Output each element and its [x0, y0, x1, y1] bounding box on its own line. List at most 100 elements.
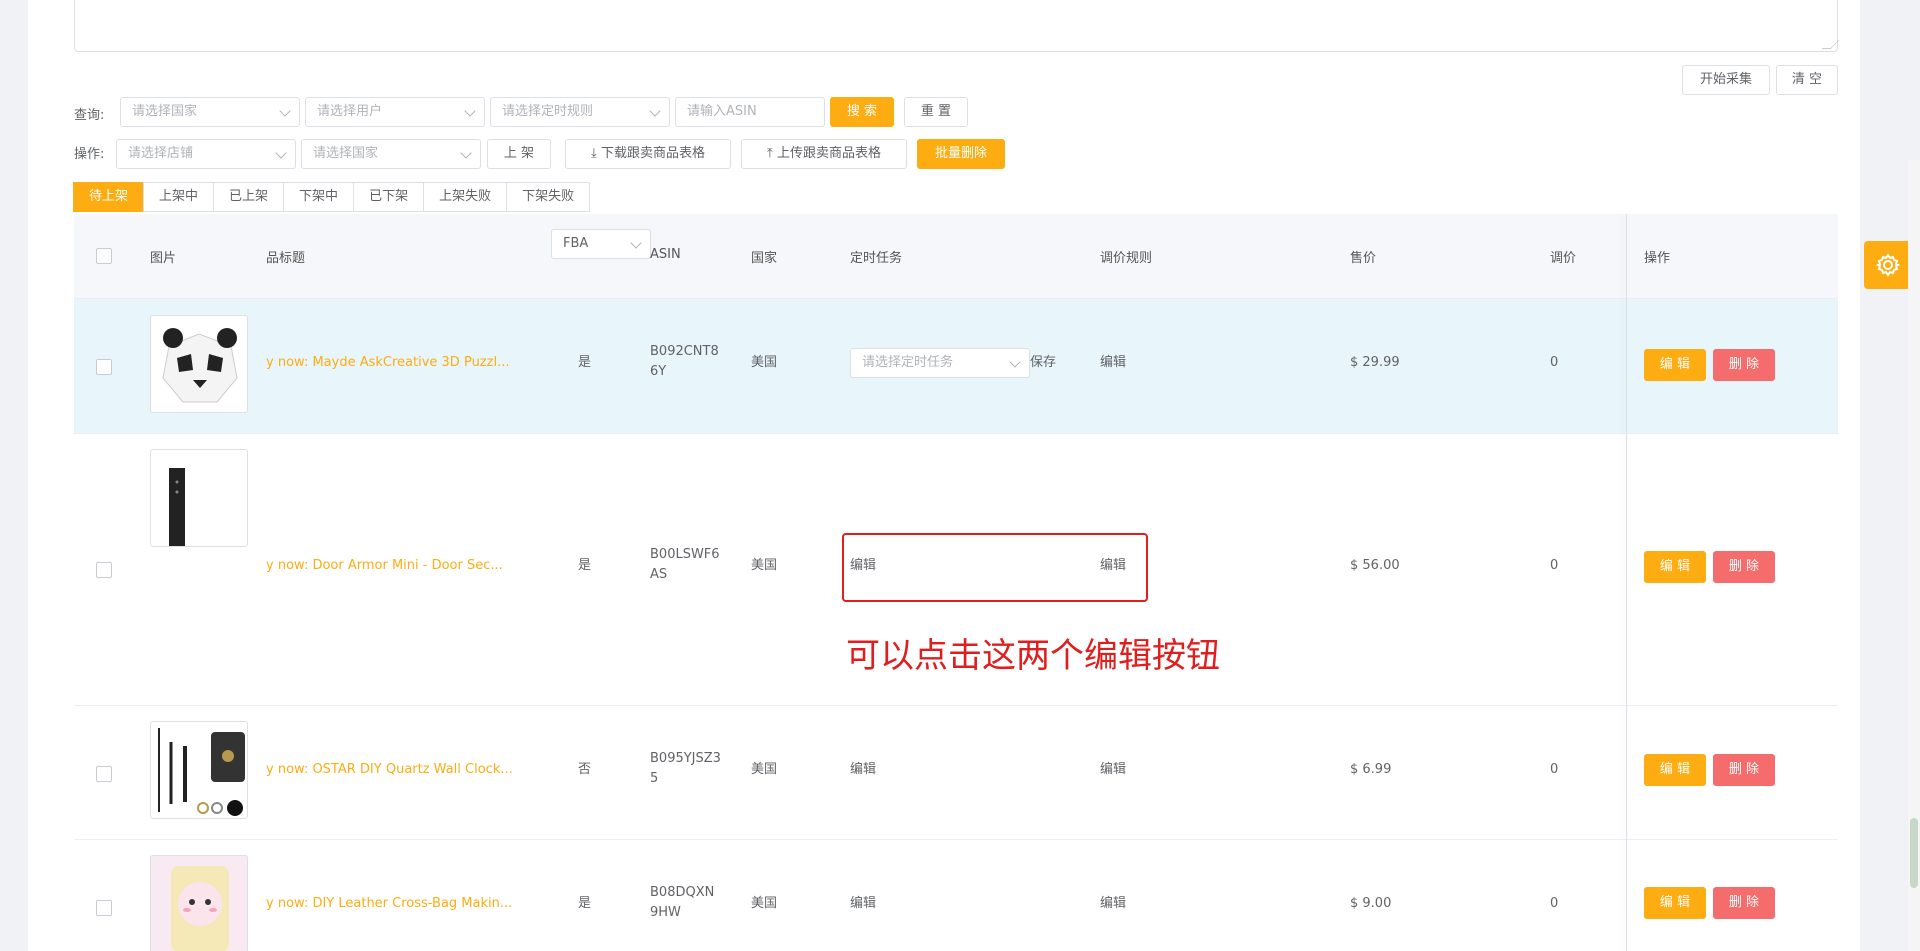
- timed-task-placeholder: 请选择定时任务: [862, 355, 954, 370]
- adjust-value: 0: [1550, 762, 1559, 777]
- row-checkbox[interactable]: [96, 562, 112, 578]
- header-timed-task: 定时任务: [850, 251, 903, 266]
- annotation-text: 可以点击这两个编辑按钮: [846, 636, 1220, 676]
- fba-value: 是: [578, 355, 592, 370]
- clock-hands-icon: [158, 728, 245, 816]
- query-rule-placeholder: 请选择定时规则: [502, 104, 594, 119]
- asin-value: B095YJSZ3 5: [650, 749, 721, 789]
- table-row: y now: OSTAR DIY Quartz Wall Clock... 否 …: [74, 706, 1838, 840]
- product-title-link[interactable]: y now: OSTAR DIY Quartz Wall Clock...: [266, 760, 513, 780]
- fba-filter-select[interactable]: FBA: [551, 229, 651, 259]
- gear-icon: [1875, 253, 1901, 277]
- row-checkbox[interactable]: [96, 766, 112, 782]
- asin-value: B00LSWF6 AS: [650, 545, 720, 585]
- country-value: 美国: [751, 896, 778, 911]
- batch-delete-button[interactable]: 批量删除: [917, 139, 1005, 169]
- query-label: 查询:: [74, 108, 105, 123]
- delete-button[interactable]: 删 除: [1713, 887, 1775, 919]
- table-row: y now: Mayde AskCreative 3D Puzzl... 是 B…: [74, 299, 1838, 434]
- edit-button[interactable]: 编 辑: [1644, 551, 1706, 583]
- product-image: [150, 449, 248, 547]
- fba-filter-label: FBA: [563, 236, 589, 251]
- download-template-button[interactable]: ⤓ 下载跟卖商品表格: [565, 139, 731, 169]
- save-link[interactable]: 保存: [1030, 353, 1056, 373]
- price-value: $ 6.99: [1350, 762, 1392, 777]
- product-title-link[interactable]: y now: Mayde AskCreative 3D Puzzl...: [266, 353, 509, 373]
- adjust-value: 0: [1550, 355, 1559, 370]
- query-user-placeholder: 请选择用户: [317, 104, 383, 119]
- reset-button[interactable]: 重 置: [904, 97, 968, 127]
- tab-delist-failed[interactable]: 下架失败: [506, 182, 591, 212]
- product-title-link[interactable]: y now: Door Armor Mini - Door Sec...: [266, 556, 503, 576]
- asin-part: 5: [650, 771, 659, 786]
- pricing-rule-edit-link[interactable]: 编辑: [1100, 894, 1126, 914]
- operation-country-select[interactable]: 请选择国家: [301, 139, 481, 169]
- country-value: 美国: [751, 762, 778, 777]
- chevron-down-icon: [460, 147, 472, 159]
- query-rule-select[interactable]: 请选择定时规则: [490, 97, 670, 127]
- asin-part: 9HW: [650, 905, 681, 920]
- adjust-value: 0: [1550, 896, 1559, 911]
- search-button[interactable]: 搜 索: [830, 97, 894, 127]
- store-select[interactable]: 请选择店铺: [116, 139, 296, 169]
- select-all-checkbox[interactable]: [96, 248, 112, 264]
- resize-grip-icon[interactable]: [1821, 40, 1840, 49]
- delete-button[interactable]: 删 除: [1713, 551, 1775, 583]
- chevron-down-icon: [279, 105, 291, 117]
- tab-listed[interactable]: 已上架: [213, 182, 285, 212]
- product-title-link[interactable]: y now: DIY Leather Cross-Bag Makin...: [266, 894, 512, 914]
- edit-button[interactable]: 编 辑: [1644, 754, 1706, 786]
- settings-button[interactable]: [1864, 241, 1912, 289]
- chevron-down-icon: [630, 237, 642, 249]
- country-value: 美国: [751, 558, 778, 573]
- list-button[interactable]: 上 架: [487, 139, 551, 169]
- query-user-select[interactable]: 请选择用户: [305, 97, 485, 127]
- fixed-column-divider: [1626, 214, 1627, 951]
- tab-list-failed[interactable]: 上架失败: [423, 182, 508, 212]
- scrollbar-thumb[interactable]: [1910, 818, 1918, 888]
- timed-task-edit-link[interactable]: 编辑: [850, 760, 876, 780]
- product-image: [150, 315, 248, 413]
- chevron-down-icon: [464, 105, 476, 117]
- query-country-select[interactable]: 请选择国家: [120, 97, 300, 127]
- pricing-rule-edit-link[interactable]: 编辑: [1100, 760, 1126, 780]
- download-icon: ⤓: [591, 146, 601, 161]
- product-image: [150, 855, 248, 951]
- row-checkbox[interactable]: [96, 359, 112, 375]
- collect-textarea[interactable]: [74, 0, 1840, 52]
- asin-value: B092CNT8 6Y: [650, 342, 719, 382]
- row-checkbox[interactable]: [96, 900, 112, 916]
- header-price: 售价: [1350, 251, 1377, 266]
- timed-task-select[interactable]: 请选择定时任务: [850, 348, 1030, 378]
- upload-template-button[interactable]: ⤒ 上传跟卖商品表格: [741, 139, 907, 169]
- tab-delisted[interactable]: 已下架: [353, 182, 425, 212]
- tab-delisting[interactable]: 下架中: [283, 182, 355, 212]
- header-asin: ASIN: [650, 247, 681, 262]
- price-value: $ 9.00: [1350, 896, 1392, 911]
- asin-input[interactable]: 请输入ASIN: [675, 97, 825, 127]
- delete-button[interactable]: 删 除: [1713, 754, 1775, 786]
- delete-button[interactable]: 删 除: [1713, 349, 1775, 381]
- status-tabs: 待上架 上架中 已上架 下架中 已下架 上架失败 下架失败: [73, 182, 591, 212]
- timed-task-edit-link[interactable]: 编辑: [850, 894, 876, 914]
- price-value: $ 56.00: [1350, 558, 1400, 573]
- chevron-down-icon: [1009, 356, 1021, 368]
- pricing-rule-edit-link[interactable]: 编辑: [1100, 353, 1126, 373]
- fba-value: 否: [578, 762, 592, 777]
- asin-part: B095YJSZ3: [650, 751, 721, 766]
- tab-listing[interactable]: 上架中: [143, 182, 215, 212]
- tab-pending[interactable]: 待上架: [73, 182, 145, 212]
- operation-label: 操作:: [74, 147, 105, 162]
- asin-part: AS: [650, 567, 668, 582]
- start-collect-button[interactable]: 开始采集: [1682, 65, 1770, 95]
- fba-value: 是: [578, 558, 592, 573]
- asin-part: B00LSWF6: [650, 547, 720, 562]
- edit-button[interactable]: 编 辑: [1644, 349, 1706, 381]
- table-row: y now: DIY Leather Cross-Bag Makin... 是 …: [74, 840, 1838, 951]
- clear-button[interactable]: 清 空: [1776, 65, 1838, 95]
- header-image: 图片: [150, 251, 177, 266]
- panda-head-icon: [162, 328, 238, 403]
- store-placeholder: 请选择店铺: [128, 146, 194, 161]
- header-adjust: 调价: [1550, 251, 1577, 266]
- edit-button[interactable]: 编 辑: [1644, 887, 1706, 919]
